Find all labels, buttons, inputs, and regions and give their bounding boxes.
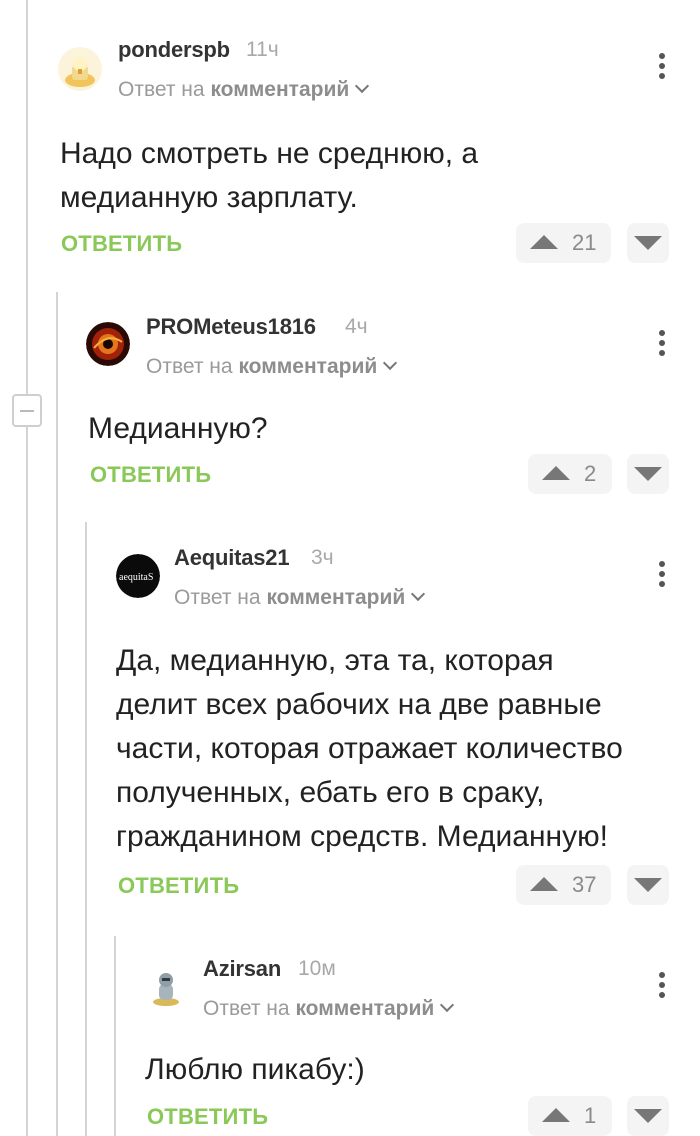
- comment-text: Люблю пикабу:): [145, 1048, 365, 1092]
- chevron-down-icon: [440, 997, 455, 1013]
- comment-text-line: Люблю пикабу:): [145, 1053, 365, 1086]
- reply-to-target: комментарий: [295, 997, 435, 1020]
- downvote-button[interactable]: [627, 1096, 669, 1136]
- upvote-button[interactable]: 1: [528, 1096, 612, 1136]
- username[interactable]: Azirsan: [203, 956, 281, 982]
- reply-button[interactable]: ОТВЕТИТЬ: [147, 1104, 268, 1130]
- reply-to-prefix: Ответ на: [203, 997, 290, 1020]
- more-options-icon[interactable]: [652, 972, 672, 1002]
- comment-azirsan: Azirsan 10м Ответ на комментарий Люблю п…: [0, 0, 700, 1136]
- reply-to-link[interactable]: Ответ на комментарий: [203, 997, 455, 1021]
- upvote-icon: [542, 1108, 570, 1122]
- comment-time: 10м: [298, 957, 336, 980]
- user-avatar[interactable]: [144, 966, 188, 1010]
- rating-count: 1: [584, 1103, 597, 1128]
